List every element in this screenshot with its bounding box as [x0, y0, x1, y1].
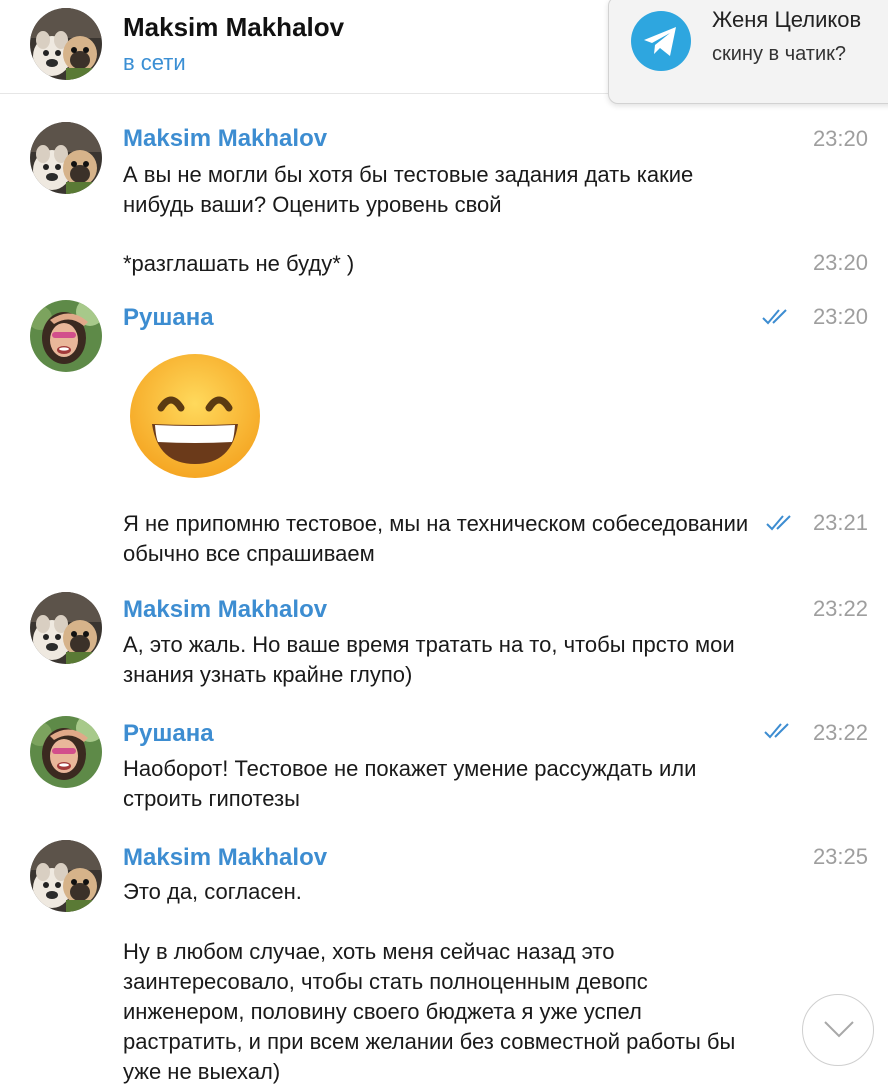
grinning-face-emoji-icon [128, 352, 262, 480]
telegram-icon [631, 11, 691, 71]
read-checkmark-icon [766, 514, 796, 532]
pug-avatar-image [30, 8, 102, 80]
scroll-to-bottom-button[interactable] [802, 994, 874, 1066]
message-time: 23:20 [812, 304, 868, 329]
pug-avatar-image [30, 840, 102, 912]
message-text: Наоборот! Тестовое не покажет умение рас… [123, 756, 697, 811]
online-status: в сети [123, 50, 186, 75]
avatar[interactable] [30, 592, 102, 664]
message-sender[interactable]: Maksim Makhalov [123, 596, 327, 624]
message-text: Это да, согласен. Ну в любом случае, хот… [123, 879, 736, 1084]
chevron-down-icon [824, 1021, 854, 1038]
message-sender[interactable]: Рушана [123, 720, 214, 748]
avatar[interactable] [30, 8, 102, 80]
pug-avatar-image [30, 122, 102, 194]
read-checkmark-icon [762, 308, 792, 326]
chat-title[interactable]: Maksim Makhalov [123, 12, 344, 43]
avatar[interactable] [30, 122, 102, 194]
avatar[interactable] [30, 300, 102, 372]
message-time: 23:22 [812, 720, 868, 745]
avatar[interactable] [30, 716, 102, 788]
rushana-avatar-image [30, 300, 102, 372]
message-time: 23:25 [812, 844, 868, 869]
message-text: *разглашать не буду* ) [123, 251, 355, 276]
message-time: 23:21 [812, 510, 868, 535]
avatar[interactable] [30, 840, 102, 912]
message-sender[interactable]: Maksim Makhalov [123, 844, 327, 872]
message-text: А вы не могли бы хотя бы тестовые задани… [123, 162, 694, 217]
read-checkmark-icon [764, 722, 794, 740]
notification-toast[interactable]: Женя Целиков скину в чатик? [608, 0, 888, 104]
message-sender[interactable]: Maksim Makhalov [123, 125, 327, 153]
rushana-avatar-image [30, 716, 102, 788]
message-text: Я не припомню тестовое, мы на техническо… [123, 511, 749, 566]
message-time: 23:20 [812, 126, 868, 151]
notification-title: Женя Целиков [712, 7, 862, 32]
pug-avatar-image [30, 592, 102, 664]
message-time: 23:20 [812, 250, 868, 275]
message-sender[interactable]: Рушана [123, 304, 214, 332]
notification-body: скину в чатик? [712, 43, 847, 65]
message-time: 23:22 [812, 596, 868, 621]
message-text: А, это жаль. Но ваше время тратать на то… [123, 632, 735, 687]
